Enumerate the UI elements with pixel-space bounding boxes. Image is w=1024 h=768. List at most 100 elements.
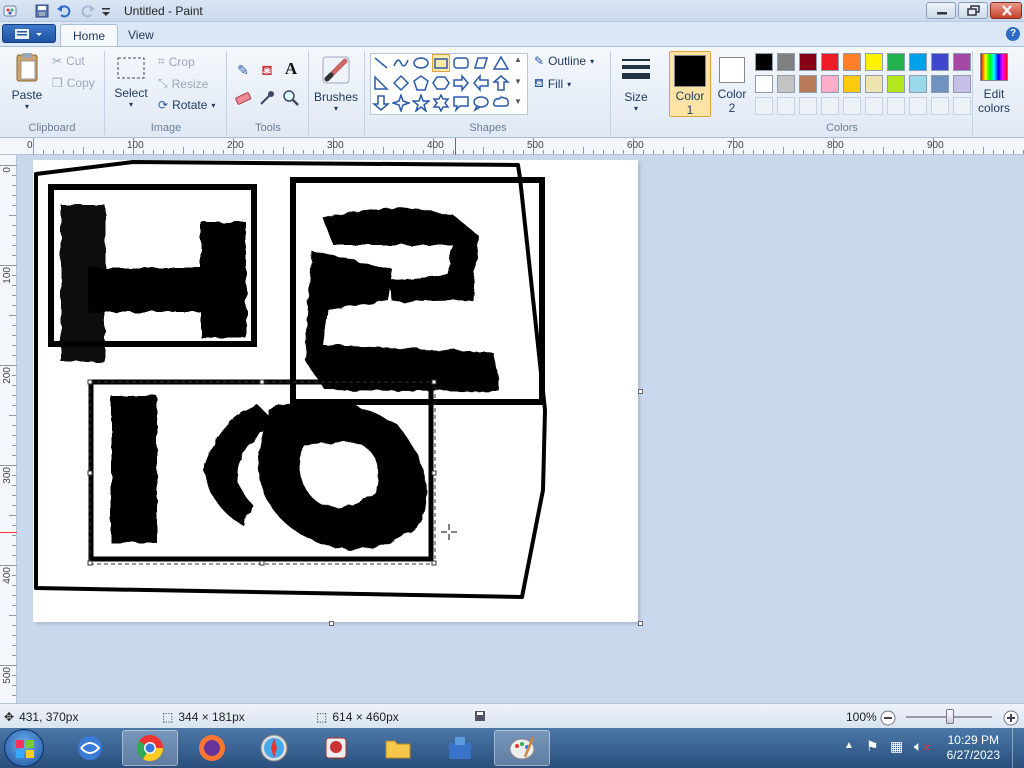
paste-dropdown-icon[interactable]: ▾ (6, 102, 48, 111)
empty-color-slot[interactable] (821, 97, 839, 115)
color-swatch[interactable] (777, 53, 795, 71)
edit-colors-button[interactable]: Edit colors (974, 53, 1014, 115)
empty-color-slot[interactable] (799, 97, 817, 115)
taskbar-chrome[interactable] (122, 730, 178, 766)
size-dropdown-icon[interactable]: ▾ (616, 104, 656, 113)
left-arrow-shape-icon[interactable] (472, 73, 490, 93)
polygon-shape-icon[interactable] (472, 54, 490, 72)
right-triangle-shape-icon[interactable] (372, 74, 390, 92)
color-swatch[interactable] (909, 75, 927, 93)
fill-button[interactable]: ⛾ Fill ▾ (534, 76, 571, 92)
network-icon[interactable]: ▦ (890, 738, 903, 755)
pencil-icon[interactable]: ✎ (234, 61, 252, 79)
color-picker-icon[interactable] (258, 89, 276, 107)
canvas-resize-handle-corner[interactable] (638, 621, 643, 626)
help-icon[interactable]: ? (1006, 27, 1020, 41)
canvas-resize-handle-bottom[interactable] (329, 621, 334, 626)
five-point-star-icon[interactable] (410, 92, 432, 114)
flag-icon[interactable]: ⚑ (866, 738, 879, 755)
color-swatch[interactable] (909, 53, 927, 71)
resize-button[interactable]: ⤡ Resize (158, 76, 208, 91)
diamond-shape-icon[interactable] (392, 74, 410, 92)
gallery-expand-icon[interactable]: ▼ (514, 97, 522, 106)
undo-icon[interactable] (56, 3, 72, 19)
rectangle-shape-icon[interactable] (432, 54, 450, 72)
paint-app-icon[interactable] (2, 3, 18, 19)
four-point-star-icon[interactable] (390, 92, 412, 114)
taskbar-network-app[interactable] (62, 730, 118, 766)
color-swatch[interactable] (821, 75, 839, 93)
color-swatch[interactable] (865, 53, 883, 71)
drawing-canvas[interactable] (33, 160, 638, 622)
workspace[interactable] (17, 155, 1024, 703)
scroll-up-icon[interactable]: ▲ (514, 55, 522, 64)
color-swatch[interactable] (799, 53, 817, 71)
color-swatch[interactable] (799, 75, 817, 93)
paint-menu-button[interactable] (2, 24, 56, 43)
empty-color-slot[interactable] (909, 97, 927, 115)
rotate-button[interactable]: ⟳ Rotate ▾ (158, 98, 215, 112)
hexagon-shape-icon[interactable] (432, 74, 450, 92)
scroll-down-icon[interactable]: ▼ (514, 77, 522, 86)
color-swatch[interactable] (887, 53, 905, 71)
empty-color-slot[interactable] (953, 97, 971, 115)
color-swatch[interactable] (931, 75, 949, 93)
clock[interactable]: 10:29 PM 6/27/2023 (947, 733, 1000, 763)
color-swatch[interactable] (843, 53, 861, 71)
color-swatch[interactable] (953, 53, 971, 71)
down-arrow-shape-icon[interactable] (371, 94, 391, 112)
taskbar-file-explorer[interactable] (370, 730, 426, 766)
copy-button[interactable]: ❐ Copy (52, 76, 95, 90)
zoom-out-button[interactable] (880, 710, 896, 726)
six-point-star-icon[interactable] (432, 93, 450, 113)
tab-view[interactable]: View (116, 24, 166, 46)
empty-color-slot[interactable] (777, 97, 795, 115)
zoom-in-button[interactable] (1003, 710, 1019, 726)
close-button[interactable] (990, 2, 1022, 19)
taskbar-paint[interactable] (494, 730, 550, 766)
magnifier-icon[interactable] (282, 89, 300, 107)
text-tool-icon[interactable]: A (282, 60, 300, 78)
taskbar-firefox[interactable] (184, 730, 240, 766)
color-swatch[interactable] (777, 75, 795, 93)
outline-button[interactable]: ✎ Outline ▾ (534, 54, 594, 68)
curve-shape-icon[interactable] (392, 54, 410, 72)
up-arrow-shape-icon[interactable] (491, 74, 511, 92)
empty-color-slot[interactable] (865, 97, 883, 115)
pentagon-shape-icon[interactable] (412, 74, 430, 92)
oval-shape-icon[interactable] (412, 54, 430, 72)
restore-button[interactable] (958, 2, 988, 19)
color-swatch[interactable] (755, 53, 773, 71)
size-button[interactable]: Size ▾ (616, 53, 656, 113)
paste-button[interactable]: Paste ▾ (6, 51, 48, 111)
empty-color-slot[interactable] (931, 97, 949, 115)
taskbar-app-blue[interactable] (432, 730, 488, 766)
empty-color-slot[interactable] (843, 97, 861, 115)
rounded-callout-icon[interactable] (452, 94, 470, 113)
minimize-button[interactable] (926, 2, 956, 19)
taskbar-app-red[interactable] (308, 730, 364, 766)
color-swatch[interactable] (865, 75, 883, 93)
start-button[interactable] (4, 729, 44, 767)
select-button[interactable]: Select ▾ (112, 55, 150, 109)
show-hidden-icons[interactable]: ▲ (844, 740, 854, 751)
line-shape-icon[interactable] (372, 54, 390, 72)
fill-bucket-icon[interactable]: ⛾ (258, 61, 276, 79)
color2-button[interactable]: Color 2 (713, 51, 751, 115)
color-swatch[interactable] (821, 53, 839, 71)
crop-button[interactable]: ⌗ Crop (158, 54, 195, 69)
oval-callout-icon[interactable] (472, 94, 490, 112)
color-swatch[interactable] (953, 75, 971, 93)
color-swatch[interactable] (887, 75, 905, 93)
save-icon[interactable] (34, 3, 50, 19)
cut-button[interactable]: ✂ Cut (52, 54, 85, 68)
brushes-button[interactable]: Brushes ▾ (312, 53, 360, 113)
color-swatch[interactable] (843, 75, 861, 93)
right-arrow-shape-icon[interactable] (452, 73, 470, 93)
empty-color-slot[interactable] (755, 97, 773, 115)
select-dropdown-icon[interactable]: ▾ (112, 100, 150, 109)
customize-toolbar-icon[interactable] (100, 3, 116, 19)
color-swatch[interactable] (931, 53, 949, 71)
zoom-slider-thumb[interactable] (946, 709, 954, 724)
empty-color-slot[interactable] (887, 97, 905, 115)
